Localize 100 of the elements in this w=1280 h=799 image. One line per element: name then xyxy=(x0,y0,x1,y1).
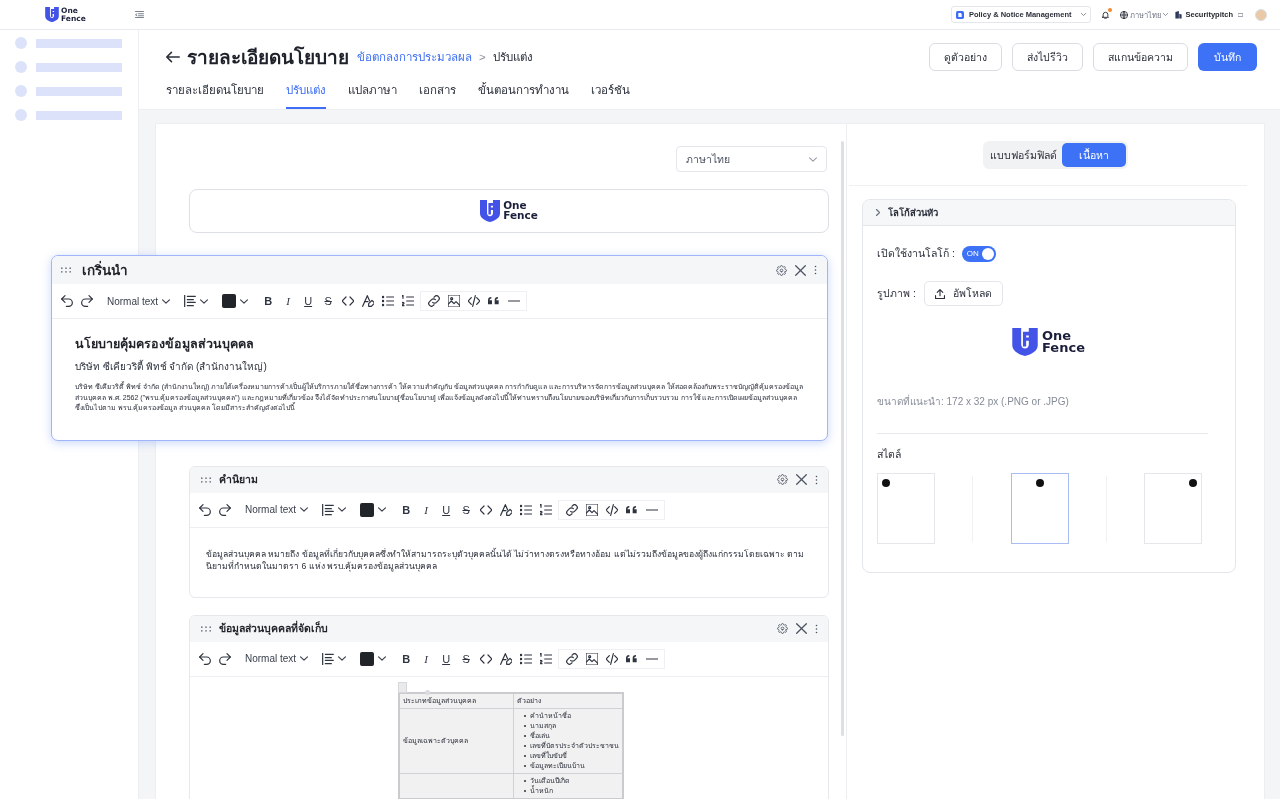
view-mode-tab[interactable]: แบบฟอร์มฟิลด์ xyxy=(985,143,1062,167)
numbered-list-icon[interactable] xyxy=(540,503,553,516)
italic-button[interactable]: I xyxy=(420,502,433,517)
tab[interactable]: ขั้นตอนการทำงาน xyxy=(478,77,569,109)
text-style-dropdown[interactable]: Normal text xyxy=(107,295,171,307)
send-review-button[interactable]: ส่งไปรีวิว xyxy=(1012,43,1083,71)
more-icon[interactable] xyxy=(815,474,818,485)
clear-format-icon[interactable] xyxy=(500,503,513,516)
numbered-list-icon[interactable] xyxy=(402,295,415,307)
language-select[interactable]: ภาษาไทย xyxy=(676,146,827,172)
clear-format-icon[interactable] xyxy=(362,295,375,307)
clear-format-icon[interactable] xyxy=(500,652,513,665)
panel-icon[interactable] xyxy=(1238,12,1243,17)
redo-icon[interactable] xyxy=(81,295,93,307)
back-arrow-icon[interactable] xyxy=(166,51,180,63)
resize-handle-icon[interactable] xyxy=(398,681,407,693)
undo-icon[interactable] xyxy=(199,652,211,665)
toggle-switch[interactable]: ON xyxy=(961,245,996,262)
block-title: คำนิยาม xyxy=(219,472,258,487)
caret-icon[interactable] xyxy=(200,298,209,304)
link-icon[interactable] xyxy=(566,652,579,665)
tab[interactable]: แปลภาษา xyxy=(348,77,397,109)
bullet-list-icon[interactable] xyxy=(520,503,533,516)
inline-code-icon[interactable] xyxy=(480,503,493,516)
card-header[interactable]: โลโก้ส่วนหัว xyxy=(863,200,1235,226)
more-icon[interactable] xyxy=(814,265,817,275)
document-paragraph: ข้อมูลส่วนบุคคล หมายถึง ข้อมูลที่เกี่ยวกับบุคคลซึ่งทำให้สามารถระบุตัวบุคคลนั้นได้ ไม่ว่าทางตรงหรือทางอ้อม แต่ไม่รวมถึงข้อมูลของผู้ถึงแก่กรรมโดยเฉพาะ ตามนิยามที่กำหนดในมาตรา 6 แห่ง พรบ.คุ้มครองข้อมูลส่วนบุคคล xyxy=(206,547,805,572)
quote-icon[interactable] xyxy=(488,297,501,305)
tab[interactable]: ปรับแต่ง xyxy=(286,77,326,109)
save-button[interactable]: บันทึก xyxy=(1198,43,1257,71)
quote-icon[interactable] xyxy=(626,654,639,663)
logo-wordmark: One Fence xyxy=(1042,329,1085,355)
text-style-dropdown[interactable]: Normal text xyxy=(245,653,309,664)
code-block-icon[interactable] xyxy=(606,503,619,516)
numbered-list-icon[interactable] xyxy=(540,652,553,665)
strike-button[interactable]: S xyxy=(460,502,473,517)
scan-text-button[interactable]: สแกนข้อความ xyxy=(1093,43,1188,71)
inline-code-icon[interactable] xyxy=(480,652,493,665)
settings-icon[interactable] xyxy=(777,474,788,485)
caret-icon[interactable] xyxy=(378,507,387,512)
bold-button[interactable]: B xyxy=(400,651,413,666)
scrollbar-thumb[interactable] xyxy=(841,141,844,736)
line-spacing-icon[interactable] xyxy=(322,652,335,665)
text-style-dropdown[interactable]: Normal text xyxy=(245,504,309,515)
redo-icon[interactable] xyxy=(219,503,231,516)
breadcrumb-link[interactable]: ข้อตกลงการประมวลผล xyxy=(357,48,472,66)
close-icon[interactable] xyxy=(795,264,806,276)
strike-button[interactable]: S xyxy=(322,294,335,308)
drag-handle-icon[interactable] xyxy=(200,476,212,483)
tab[interactable]: รายละเอียดนโยบาย xyxy=(166,77,264,109)
strike-button[interactable]: S xyxy=(460,651,473,666)
underline-button[interactable]: U xyxy=(302,294,315,308)
tab[interactable]: เอกสาร xyxy=(419,77,456,109)
upload-button[interactable]: อัพโหลด xyxy=(923,281,1003,306)
caret-icon[interactable] xyxy=(240,298,249,304)
settings-icon[interactable] xyxy=(777,623,788,634)
close-icon[interactable] xyxy=(796,623,807,634)
bullet-list-icon[interactable] xyxy=(382,295,395,307)
line-spacing-icon[interactable] xyxy=(322,503,335,516)
bell-icon[interactable] xyxy=(1102,10,1110,19)
image-icon[interactable] xyxy=(586,652,599,665)
link-icon[interactable] xyxy=(428,295,441,307)
color-swatch-icon[interactable] xyxy=(222,294,237,308)
underline-button[interactable]: U xyxy=(440,502,453,517)
bold-button[interactable]: B xyxy=(400,502,413,517)
inline-code-icon[interactable] xyxy=(342,295,355,307)
menu-icon[interactable] xyxy=(134,11,144,18)
drag-handle-icon[interactable] xyxy=(60,267,72,273)
logo-wordmark: One Fence xyxy=(503,201,538,221)
color-swatch-icon[interactable] xyxy=(360,502,375,517)
link-icon[interactable] xyxy=(566,503,579,516)
italic-button[interactable]: I xyxy=(282,294,295,308)
underline-button[interactable]: U xyxy=(440,651,453,666)
image-icon[interactable] xyxy=(586,503,599,516)
line-spacing-icon[interactable] xyxy=(184,295,197,307)
drag-handle-icon[interactable] xyxy=(200,625,212,632)
caret-icon[interactable] xyxy=(338,507,347,512)
redo-icon[interactable] xyxy=(219,652,231,665)
code-block-icon[interactable] xyxy=(468,295,481,307)
tab[interactable]: เวอร์ชัน xyxy=(591,77,630,109)
undo-icon[interactable] xyxy=(199,503,211,516)
caret-icon xyxy=(300,656,309,661)
italic-button[interactable]: I xyxy=(420,651,433,666)
bullet-list-icon[interactable] xyxy=(520,652,533,665)
more-icon[interactable] xyxy=(815,623,818,634)
code-block-icon[interactable] xyxy=(606,652,619,665)
settings-icon[interactable] xyxy=(776,264,787,276)
preview-button[interactable]: ดูตัวอย่าง xyxy=(929,43,1002,71)
color-swatch-icon[interactable] xyxy=(360,651,375,666)
bold-button[interactable]: B xyxy=(262,294,275,308)
image-icon[interactable] xyxy=(448,295,461,307)
quote-icon[interactable] xyxy=(626,505,639,514)
breadcrumb-current: ปรับแต่ง xyxy=(492,50,533,65)
caret-icon[interactable] xyxy=(338,656,347,661)
view-mode-tab[interactable]: เนื้อหา xyxy=(1062,143,1126,167)
section-label: สไตล์ xyxy=(877,447,902,462)
caret-icon[interactable] xyxy=(378,656,387,661)
document-heading: นโยบายคุ้มครองข้อมูลส่วนบุคคล xyxy=(75,335,255,353)
undo-icon[interactable] xyxy=(61,295,73,307)
close-icon[interactable] xyxy=(796,474,807,485)
